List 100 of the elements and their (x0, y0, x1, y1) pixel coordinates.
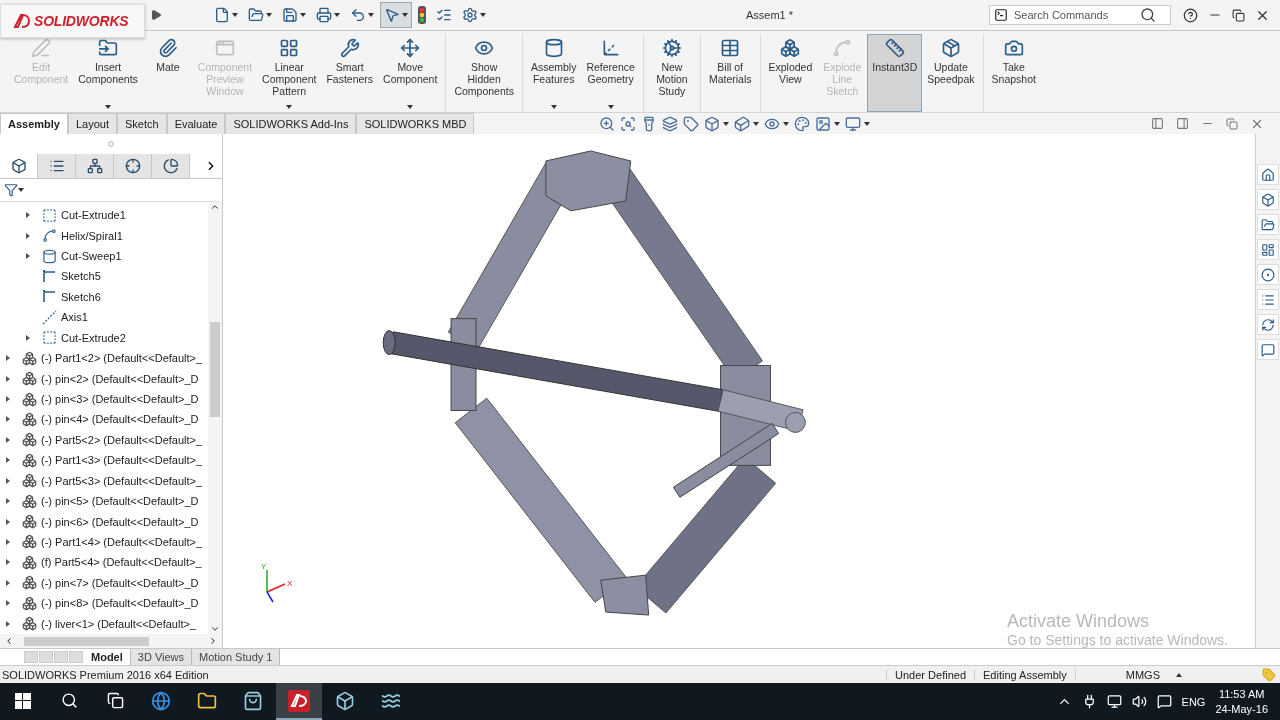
tree-item[interactable]: Helix/Spiral1 (0, 225, 208, 246)
ribbon-button[interactable]: Smart Fasteners (321, 34, 379, 112)
ribbon-button[interactable]: Reference Geometry (581, 34, 640, 112)
tree-item[interactable]: (-) Part5<3> (Default<<Default>_ (0, 470, 208, 491)
panel-tab[interactable] (114, 154, 152, 178)
view-tool-button[interactable] (599, 115, 616, 132)
shopping-bag-icon (243, 690, 263, 711)
search-field[interactable]: Search Commands (1012, 8, 1136, 22)
expand-menu-icon[interactable] (150, 9, 162, 21)
scrollbar[interactable] (208, 202, 222, 634)
ribbon-button[interactable]: Update Speedpak (922, 34, 980, 112)
tree-item[interactable]: (-) pin<5> (Default<<Default>_D (0, 490, 208, 512)
tree-item[interactable]: (-) liver<1> (Default<<Default>_ (0, 613, 208, 634)
panel-tab[interactable] (38, 154, 76, 178)
tree-item[interactable]: (-) pin<2> (Default<<Default>_D (0, 368, 208, 389)
model-tab[interactable]: 3D Views (130, 649, 193, 665)
chevron-up-icon[interactable] (210, 202, 220, 212)
network-icon[interactable] (1106, 694, 1122, 709)
command-tab[interactable]: Layout (68, 113, 117, 134)
ribbon-button[interactable]: Mate (142, 34, 193, 112)
status-field: Editing Assembly (974, 668, 1075, 681)
ribbon-button[interactable]: Bill of Materials (703, 34, 757, 112)
quick-access-button[interactable] (380, 2, 412, 28)
command-tab[interactable]: Assembly (0, 113, 68, 134)
chevron-left-icon[interactable] (4, 636, 14, 646)
caret-icon (266, 13, 272, 17)
task-pane-button[interactable] (1257, 314, 1279, 335)
horizontal-scrollbar[interactable] (0, 634, 222, 648)
view-tool-button[interactable] (620, 115, 637, 132)
tree-item[interactable]: (-) Part1<3> (Default<<Default>_ (0, 450, 208, 471)
search-icon[interactable] (1140, 7, 1156, 23)
view-tool-button[interactable] (794, 115, 811, 132)
task-pane-button[interactable] (1257, 164, 1279, 185)
command-tab[interactable]: Evaluate (166, 113, 226, 134)
task-pane-button[interactable] (1257, 339, 1279, 360)
task-pane-button[interactable] (1257, 239, 1279, 260)
scroll-thumb[interactable] (210, 322, 220, 417)
language-indicator[interactable]: ENG (1181, 695, 1206, 708)
tree-item[interactable]: (-) pin<3> (Default<<Default>_D (0, 388, 208, 410)
sweep-feature-icon (42, 248, 57, 264)
tree-item[interactable]: Axis1 (0, 307, 208, 328)
task-pane-button[interactable] (1257, 289, 1279, 310)
tree-item[interactable]: (-) pin<6> (Default<<Default>_D (0, 511, 208, 532)
notifications-icon[interactable] (1156, 694, 1172, 709)
part-icon (22, 514, 37, 530)
tree-item[interactable]: Cut-Extrude1 (0, 205, 208, 226)
ribbon-button[interactable]: Assembly Features (525, 34, 582, 112)
panel-tab[interactable] (76, 154, 114, 178)
refresh-icon (1261, 317, 1275, 332)
ribbon-button[interactable]: Show Hidden Components (449, 34, 519, 112)
panel-left-icon[interactable] (1151, 117, 1164, 130)
tree-item[interactable]: Sketch6 (0, 286, 208, 308)
ribbon-button[interactable]: Linear Component Pattern (257, 34, 322, 112)
model-tab[interactable]: Motion Study 1 (192, 649, 281, 665)
view-tool-button[interactable] (704, 115, 730, 132)
command-tab[interactable]: Sketch (117, 113, 167, 134)
search-box[interactable]: Search Commands (989, 5, 1171, 25)
task-pane-button[interactable] (1257, 189, 1279, 210)
ribbon-button[interactable]: New Motion Study (646, 34, 697, 112)
task-pane-button[interactable] (1257, 264, 1279, 285)
tree-item[interactable]: (-) Part1<2> (Default<<Default>_ (0, 347, 208, 369)
view-tool-button[interactable] (734, 115, 760, 132)
clock[interactable]: 11:53 AM 24-May-16 (1215, 686, 1268, 717)
help-icon[interactable] (1183, 7, 1198, 23)
tree-item[interactable]: (-) pin<8> (Default<<Default>_D (0, 593, 208, 614)
chevron-down-icon[interactable] (210, 624, 220, 634)
view-tool-button[interactable] (845, 115, 871, 132)
tree-item[interactable]: (f) Part5<4> (Default<<Default>_ (0, 552, 208, 573)
task-pane-button[interactable] (1257, 214, 1279, 235)
view-tool-button[interactable] (815, 115, 841, 132)
volume-icon[interactable] (1131, 694, 1147, 709)
part-icon (22, 411, 37, 427)
tree-item[interactable]: (-) pin<4> (Default<<Default>_D (0, 409, 208, 430)
tree-item[interactable]: Cut-Sweep1 (0, 245, 208, 267)
folder-icon (197, 690, 217, 711)
caret-icon (232, 13, 238, 17)
logo-text: SOLIDWORKS (34, 13, 129, 29)
ribbon-button[interactable]: Exploded View (763, 34, 818, 112)
scroll-thumb[interactable] (23, 636, 149, 646)
tree-item[interactable]: (-) Part5<2> (Default<<Default>_ (0, 429, 208, 451)
ribbon-button[interactable]: Insert Components (73, 34, 143, 112)
tree-item[interactable]: Sketch5 (0, 266, 208, 287)
view-tool-button[interactable] (662, 115, 679, 132)
restore-icon[interactable] (1232, 8, 1245, 22)
tree-item[interactable]: Cut-Extrude2 (0, 327, 208, 348)
taskbar-app[interactable] (276, 683, 322, 720)
ribbon-button[interactable]: Instant3D (867, 34, 923, 112)
caret-icon (783, 121, 790, 126)
ribbon-button[interactable]: Take Snapshot (986, 34, 1041, 112)
tree-item[interactable]: (-) pin<7> (Default<<Default>_D (0, 572, 208, 593)
panel-tab[interactable] (152, 154, 190, 178)
ribbon-button[interactable]: Move Component (378, 34, 443, 112)
command-tab[interactable]: SOLIDWORKS Add-Ins (225, 113, 357, 134)
caret-icon (550, 105, 557, 109)
command-tab[interactable]: SOLIDWORKS MBD (356, 113, 475, 134)
tree-item[interactable]: (-) Part1<4> (Default<<Default>_ (0, 531, 208, 553)
view-tool-button[interactable] (683, 115, 700, 132)
chevron-right-icon[interactable] (208, 636, 218, 646)
grip-icon[interactable] (108, 141, 114, 147)
panel-right-icon[interactable] (1176, 117, 1189, 130)
